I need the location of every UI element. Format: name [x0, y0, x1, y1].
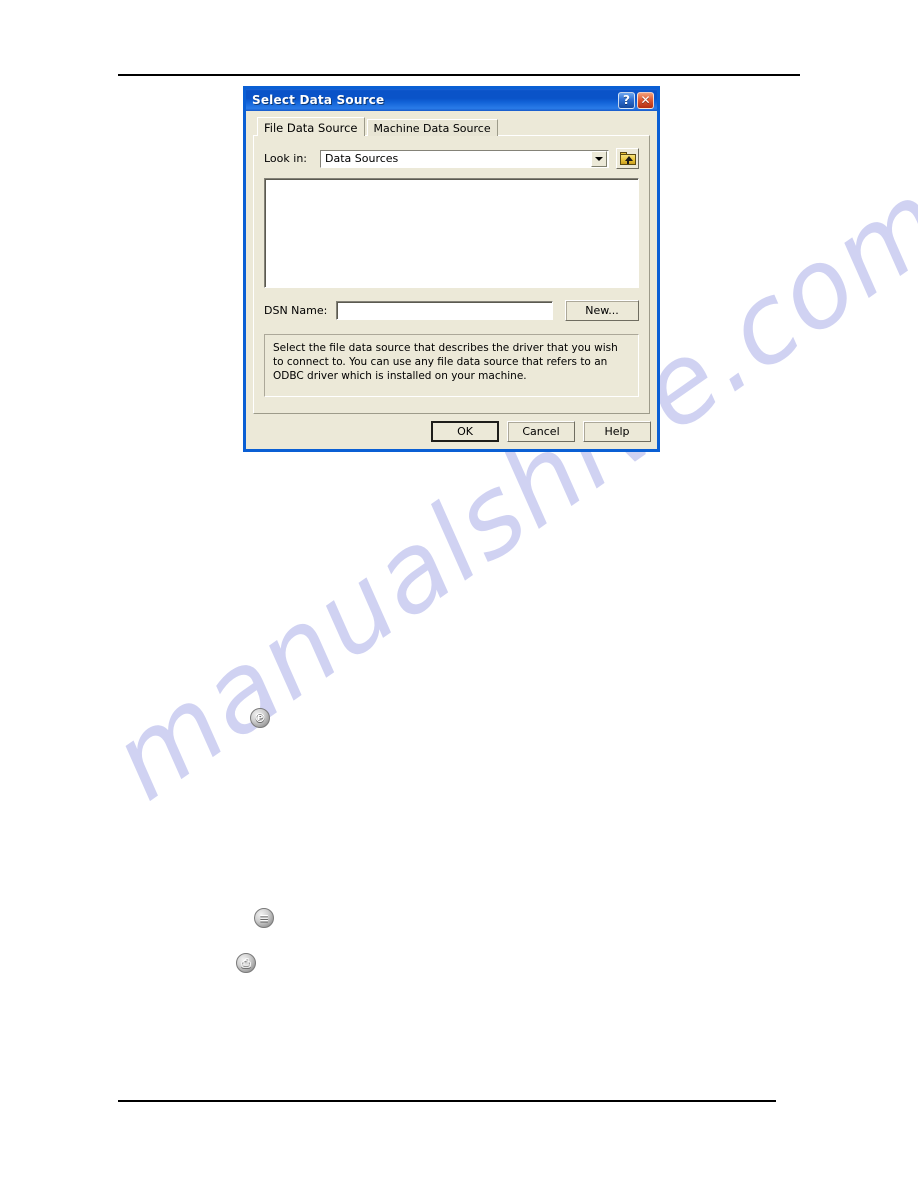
dialog-footer: OK Cancel Help	[246, 421, 657, 442]
new-button[interactable]: New...	[565, 300, 639, 321]
description-text: Select the file data source that describ…	[273, 342, 618, 382]
tab-page-file-data-source: Look in: Data Sources DSN Name: New... S…	[253, 135, 650, 414]
circular-glyph-icon-2-glyph: ≡	[258, 911, 270, 925]
help-icon[interactable]: ?	[618, 91, 635, 109]
circular-glyph-icon-3: ⎙	[236, 953, 256, 973]
look-in-value: Data Sources	[325, 152, 399, 165]
file-data-source-listbox[interactable]	[264, 178, 639, 288]
circular-glyph-icon-1: ℗	[250, 708, 270, 728]
header-rule	[118, 74, 800, 76]
dialog-titlebar[interactable]: Select Data Source ? ✕	[246, 89, 657, 111]
look-in-row: Look in: Data Sources	[264, 148, 639, 169]
look-in-label: Look in:	[264, 152, 307, 165]
select-data-source-dialog: Select Data Source ? ✕ File Data Source …	[243, 86, 660, 452]
cancel-button[interactable]: Cancel	[507, 421, 575, 442]
help-button[interactable]: Help	[583, 421, 651, 442]
tab-machine-data-source[interactable]: Machine Data Source	[366, 119, 498, 136]
chevron-down-icon[interactable]	[591, 150, 607, 167]
close-icon[interactable]: ✕	[637, 91, 654, 109]
titlebar-buttons: ? ✕	[618, 91, 654, 109]
circular-glyph-icon-2: ≡	[254, 908, 274, 928]
document-page: manualshive.com ℗ ≡ ⎙ Select Data Source…	[0, 0, 918, 1188]
dsn-name-input[interactable]	[336, 301, 553, 320]
circular-glyph-icon-3-glyph: ⎙	[241, 956, 251, 970]
dialog-body: File Data Source Machine Data Source Loo…	[246, 111, 657, 449]
up-one-level-button[interactable]	[616, 148, 639, 169]
dialog-title: Select Data Source	[252, 93, 385, 107]
footer-rule	[118, 1100, 776, 1102]
tab-file-data-source[interactable]: File Data Source	[257, 117, 365, 136]
dsn-name-label: DSN Name:	[264, 304, 328, 317]
folder-up-icon	[619, 152, 636, 165]
circular-glyph-icon-1-glyph: ℗	[254, 711, 266, 725]
look-in-combobox[interactable]: Data Sources	[320, 149, 609, 168]
description-groupbox: Select the file data source that describ…	[264, 334, 639, 397]
dsn-name-row: DSN Name: New...	[264, 300, 639, 321]
tab-strip: File Data Source Machine Data Source	[257, 117, 650, 136]
ok-button[interactable]: OK	[431, 421, 499, 442]
